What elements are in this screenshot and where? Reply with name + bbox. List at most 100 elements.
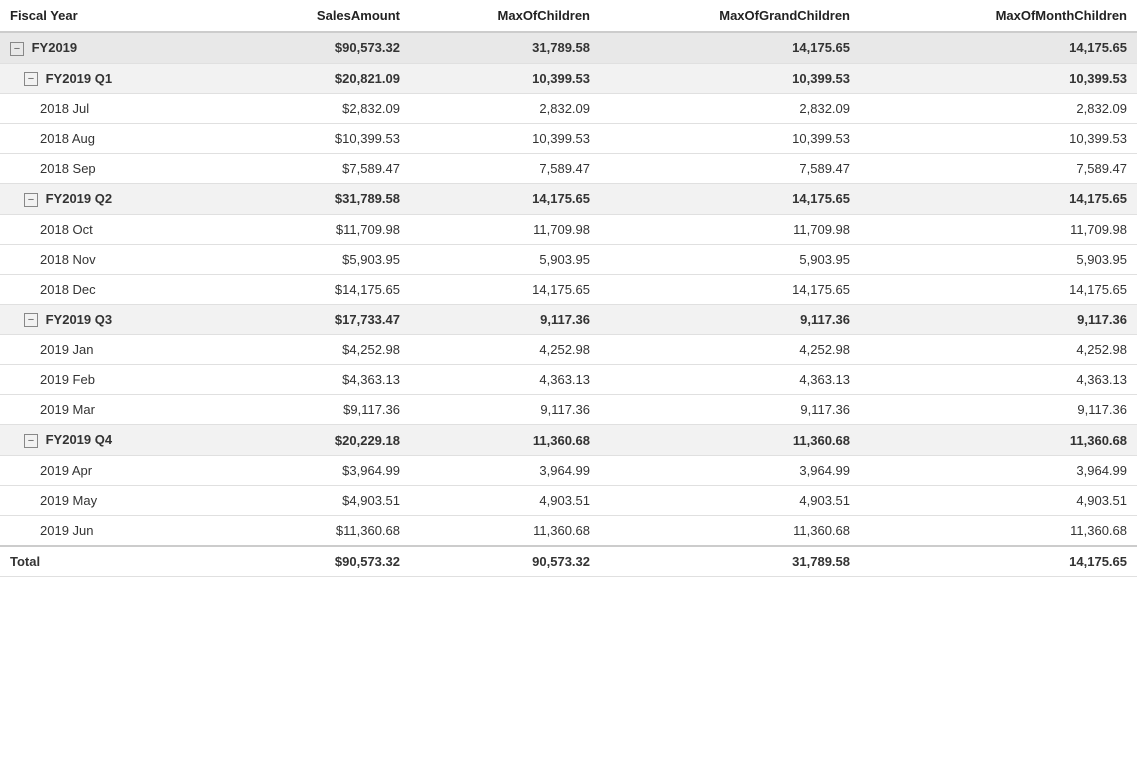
data-table-container: Fiscal Year SalesAmount MaxOfChildren Ma… (0, 0, 1137, 771)
table-row: 2019 May$4,903.514,903.514,903.514,903.5… (0, 485, 1137, 515)
row-label: 2018 Sep (0, 154, 220, 184)
cell-max-grand-children: 7,589.47 (600, 154, 860, 184)
pivot-table: Fiscal Year SalesAmount MaxOfChildren Ma… (0, 0, 1137, 577)
cell-fiscal-year[interactable]: − FY2019 Q3 (0, 304, 220, 335)
cell-max-month-children: 7,589.47 (860, 154, 1137, 184)
row-label: 2019 Jun (0, 515, 220, 546)
cell-sales-amount: $3,964.99 (220, 455, 410, 485)
cell-sales-amount: $90,573.32 (220, 546, 410, 577)
cell-max-children: 14,175.65 (410, 274, 600, 304)
cell-max-grand-children: 2,832.09 (600, 94, 860, 124)
row-label: FY2019 Q3 (42, 312, 112, 327)
row-label: 2018 Dec (0, 274, 220, 304)
table-row: − FY2019 Q4$20,229.1811,360.6811,360.681… (0, 425, 1137, 456)
cell-max-grand-children: 14,175.65 (600, 274, 860, 304)
table-row: 2019 Feb$4,363.134,363.134,363.134,363.1… (0, 365, 1137, 395)
cell-max-month-children: 4,363.13 (860, 365, 1137, 395)
cell-max-children: 14,175.65 (410, 184, 600, 215)
cell-max-children: 11,360.68 (410, 515, 600, 546)
collapse-icon[interactable]: − (24, 434, 38, 448)
row-label: 2019 Apr (0, 455, 220, 485)
cell-max-month-children: 11,360.68 (860, 425, 1137, 456)
row-label: 2018 Oct (0, 214, 220, 244)
cell-max-grand-children: 11,709.98 (600, 214, 860, 244)
cell-max-grand-children: 4,903.51 (600, 485, 860, 515)
cell-max-grand-children: 9,117.36 (600, 395, 860, 425)
cell-max-month-children: 3,964.99 (860, 455, 1137, 485)
cell-sales-amount: $7,589.47 (220, 154, 410, 184)
cell-max-children: 7,589.47 (410, 154, 600, 184)
cell-max-grand-children: 4,363.13 (600, 365, 860, 395)
cell-max-month-children: 2,832.09 (860, 94, 1137, 124)
cell-max-grand-children: 4,252.98 (600, 335, 860, 365)
cell-fiscal-year[interactable]: − FY2019 Q4 (0, 425, 220, 456)
cell-max-month-children: 14,175.65 (860, 274, 1137, 304)
cell-sales-amount: $4,252.98 (220, 335, 410, 365)
cell-sales-amount: $11,360.68 (220, 515, 410, 546)
cell-sales-amount: $90,573.32 (220, 32, 410, 63)
table-row: − FY2019 Q3$17,733.479,117.369,117.369,1… (0, 304, 1137, 335)
table-row: − FY2019 Q2$31,789.5814,175.6514,175.651… (0, 184, 1137, 215)
cell-max-grand-children: 11,360.68 (600, 515, 860, 546)
cell-max-month-children: 14,175.65 (860, 546, 1137, 577)
cell-fiscal-year[interactable]: − FY2019 (0, 32, 220, 63)
table-row: Total $90,573.3290,573.3231,789.5814,175.… (0, 546, 1137, 577)
row-label: 2019 Jan (0, 335, 220, 365)
cell-max-grand-children: 11,360.68 (600, 425, 860, 456)
cell-max-grand-children: 5,903.95 (600, 244, 860, 274)
cell-max-month-children: 10,399.53 (860, 63, 1137, 94)
cell-sales-amount: $31,789.58 (220, 184, 410, 215)
table-row: 2019 Jun$11,360.6811,360.6811,360.6811,3… (0, 515, 1137, 546)
cell-max-month-children: 4,252.98 (860, 335, 1137, 365)
cell-max-month-children: 14,175.65 (860, 184, 1137, 215)
cell-sales-amount: $5,903.95 (220, 244, 410, 274)
cell-fiscal-year[interactable]: − FY2019 Q2 (0, 184, 220, 215)
collapse-icon[interactable]: − (24, 72, 38, 86)
table-row: 2018 Nov$5,903.955,903.955,903.955,903.9… (0, 244, 1137, 274)
table-row: − FY2019$90,573.3231,789.5814,175.6514,1… (0, 32, 1137, 63)
cell-max-grand-children: 14,175.65 (600, 184, 860, 215)
cell-max-month-children: 11,360.68 (860, 515, 1137, 546)
collapse-icon[interactable]: − (24, 313, 38, 327)
cell-sales-amount: $14,175.65 (220, 274, 410, 304)
row-label: 2019 Mar (0, 395, 220, 425)
cell-max-children: 2,832.09 (410, 94, 600, 124)
cell-max-children: 4,363.13 (410, 365, 600, 395)
cell-max-children: 4,252.98 (410, 335, 600, 365)
cell-max-children: 90,573.32 (410, 546, 600, 577)
table-row: 2018 Aug$10,399.5310,399.5310,399.5310,3… (0, 124, 1137, 154)
row-label: FY2019 Q2 (42, 191, 112, 206)
row-label: 2019 May (0, 485, 220, 515)
cell-sales-amount: $4,363.13 (220, 365, 410, 395)
cell-max-children: 11,709.98 (410, 214, 600, 244)
header-max-month-children: MaxOfMonthChildren (860, 0, 1137, 32)
cell-max-children: 11,360.68 (410, 425, 600, 456)
cell-sales-amount: $11,709.98 (220, 214, 410, 244)
cell-max-grand-children: 31,789.58 (600, 546, 860, 577)
row-label: Total (10, 554, 40, 569)
table-row: 2018 Sep$7,589.477,589.477,589.477,589.4… (0, 154, 1137, 184)
cell-max-grand-children: 10,399.53 (600, 124, 860, 154)
header-max-grand-children: MaxOfGrandChildren (600, 0, 860, 32)
collapse-icon[interactable]: − (10, 42, 24, 56)
cell-max-children: 9,117.36 (410, 395, 600, 425)
header-fiscal-year: Fiscal Year (0, 0, 220, 32)
cell-max-month-children: 9,117.36 (860, 395, 1137, 425)
table-row: 2019 Jan$4,252.984,252.984,252.984,252.9… (0, 335, 1137, 365)
cell-fiscal-year[interactable]: − FY2019 Q1 (0, 63, 220, 94)
collapse-icon[interactable]: − (24, 193, 38, 207)
cell-fiscal-year: Total (0, 546, 220, 577)
table-row: 2019 Mar$9,117.369,117.369,117.369,117.3… (0, 395, 1137, 425)
row-label: 2018 Aug (0, 124, 220, 154)
table-row: 2018 Dec$14,175.6514,175.6514,175.6514,1… (0, 274, 1137, 304)
cell-max-children: 5,903.95 (410, 244, 600, 274)
table-row: 2018 Jul$2,832.092,832.092,832.092,832.0… (0, 94, 1137, 124)
cell-sales-amount: $4,903.51 (220, 485, 410, 515)
cell-sales-amount: $2,832.09 (220, 94, 410, 124)
cell-sales-amount: $20,229.18 (220, 425, 410, 456)
cell-max-children: 31,789.58 (410, 32, 600, 63)
cell-max-children: 10,399.53 (410, 63, 600, 94)
header-sales-amount: SalesAmount (220, 0, 410, 32)
cell-max-month-children: 11,709.98 (860, 214, 1137, 244)
cell-max-month-children: 14,175.65 (860, 32, 1137, 63)
